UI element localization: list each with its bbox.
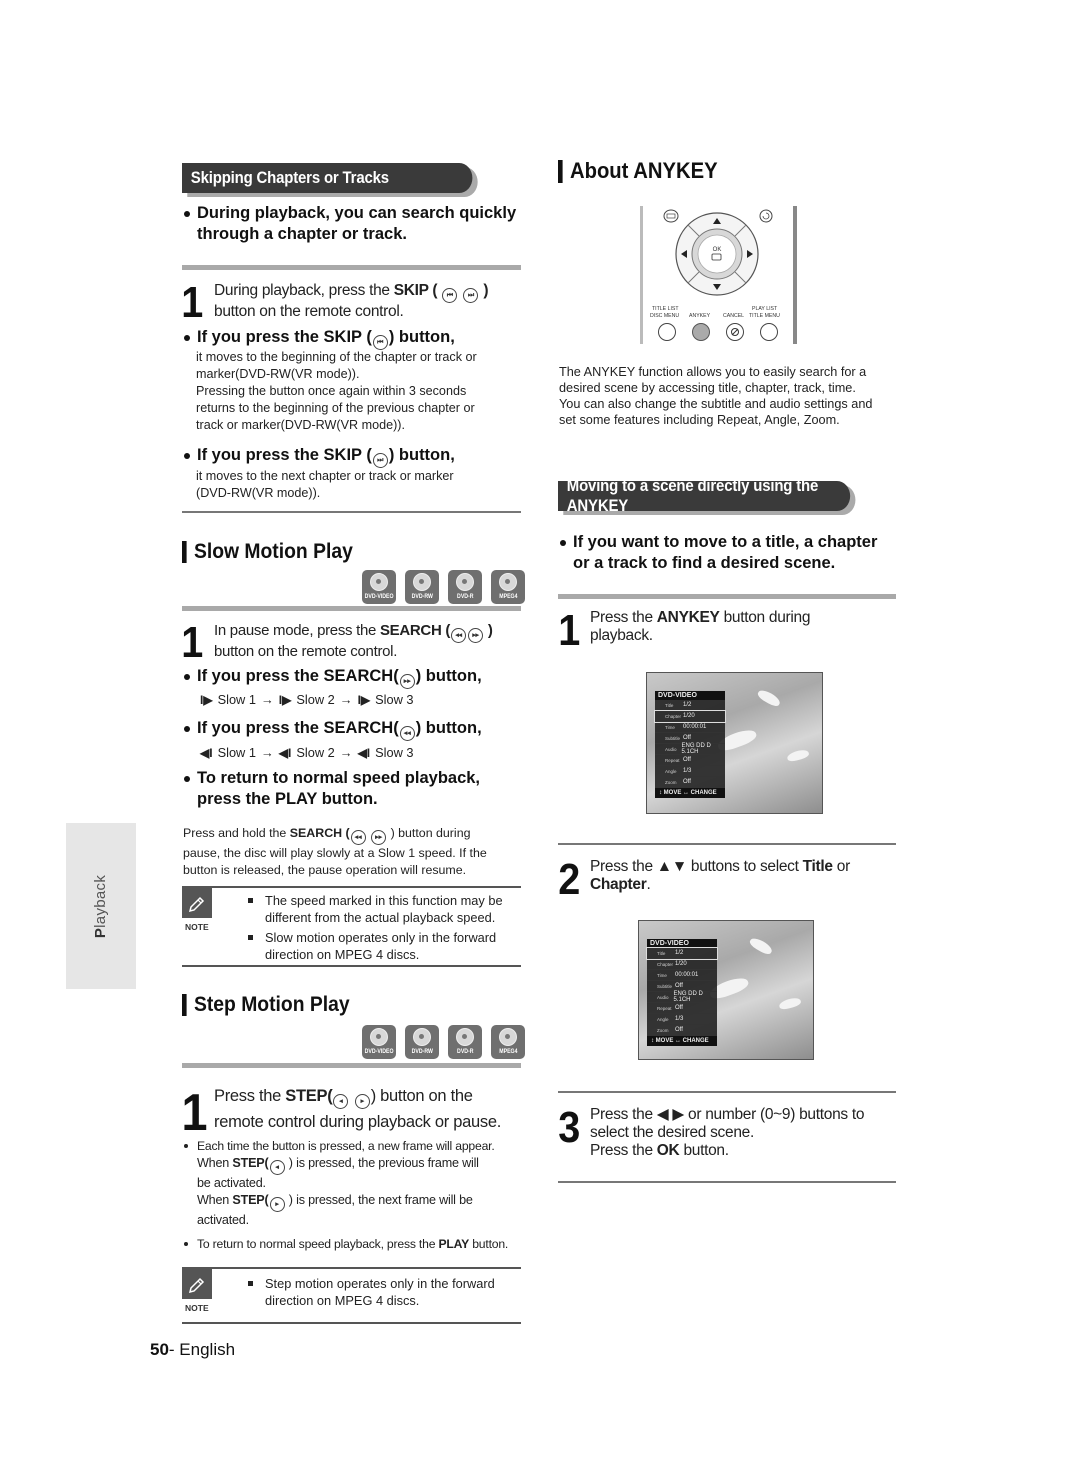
divider	[182, 265, 521, 270]
arrow-right-icon: →	[339, 692, 353, 707]
skip-back-bullet: If you press the SKIP (⏮) button,	[182, 327, 542, 350]
mpeg4-disc-icon: MPEG4	[491, 1025, 525, 1059]
dvd-rw-disc-icon: DVD-RW	[405, 570, 439, 604]
anykey-step-1: Press the ANYKEY button during playback.	[590, 609, 811, 644]
disc-type-icons: DVD-VIDEO DVD-RW DVD-R MPEG4	[362, 1025, 525, 1059]
svg-text:DISC MENU: DISC MENU	[650, 313, 679, 319]
slow-motion-title: Slow Motion Play	[182, 540, 353, 564]
dvd-rw-disc-icon: DVD-RW	[405, 1025, 439, 1059]
search-back-bullet: If you press the SEARCH(◂◂) button,	[182, 718, 542, 741]
slow-reverse-sequence: ◀I Slow 1 → ◀I Slow 2 → ◀I Slow 3	[200, 745, 414, 760]
anykey-section-header: Moving to a scene directly using the ANY…	[558, 476, 890, 515]
step-number: 1	[181, 1084, 208, 1142]
return-normal-bullet: To return to normal speed playback, pres…	[182, 768, 542, 810]
divider	[182, 511, 521, 513]
search-forward-bullet: If you press the SEARCH(▸▸) button,	[182, 666, 542, 689]
step-motion-title: Step Motion Play	[182, 993, 350, 1017]
note-top-rule	[182, 1267, 521, 1269]
search-forward-icon: ▸▸	[468, 628, 484, 643]
step-frame-bullet: Each time the button is pressed, a new f…	[182, 1138, 542, 1229]
step-number: 3	[558, 1103, 581, 1152]
note-label: NOTE	[185, 922, 209, 932]
disc-type-icons: DVD-VIDEO DVD-RW DVD-R MPEG4	[362, 570, 525, 604]
step-number: 1	[181, 278, 204, 327]
divider	[558, 1091, 896, 1093]
search-back-icon: ◂◂	[399, 726, 415, 741]
note-item: The speed marked in this function may be…	[245, 892, 545, 926]
skip-step-1: During playback, press the SKIP ( ⏮ ⏭ ) …	[214, 282, 489, 320]
step-number: 1	[181, 618, 204, 667]
note-bottom-rule	[182, 965, 521, 967]
search-forward-icon: ▸▸	[371, 830, 387, 845]
osd-menu: DVD-VIDEO Title 1/2 Chapter 1/20 Time 00:00…	[646, 939, 718, 1046]
skip-section-header: Skipping Chapters or Tracks	[182, 163, 473, 193]
step-forward-icon: ▸	[354, 1094, 370, 1109]
skip-back-description: it moves to the beginning of the chapter…	[196, 350, 477, 432]
dvd-video-disc-icon: DVD-VIDEO	[362, 1025, 396, 1059]
note-label: NOTE	[185, 1303, 209, 1313]
slow-reverse-icon: ◀I	[278, 745, 292, 760]
slow-forward-icon: I▶	[357, 692, 371, 707]
slow-step-1: In pause mode, press the SEARCH (◂◂ ▸▸ ) …	[214, 622, 493, 660]
step-back-icon: ◂	[269, 1160, 285, 1175]
note-bottom-rule	[182, 1322, 521, 1324]
svg-text:PLAY LIST: PLAY LIST	[752, 306, 778, 312]
dvd-video-disc-icon: DVD-VIDEO	[362, 570, 396, 604]
step-forward-icon: ▸	[269, 1197, 285, 1212]
anykey-step-2: Press the ▲▼ buttons to select Title or …	[590, 858, 850, 893]
press-hold-description: Press and hold the SEARCH (◂◂ ▸▸ ) butto…	[183, 826, 487, 877]
step-back-icon: ◂	[333, 1094, 349, 1109]
step-return-bullet: To return to normal speed playback, pres…	[182, 1236, 542, 1253]
divider	[182, 1063, 521, 1068]
search-back-icon: ◂◂	[350, 830, 366, 845]
skip-forward-icon: ⏭	[463, 288, 479, 303]
skip-back-icon: ⏮	[372, 335, 388, 350]
skip-forward-bullet: If you press the SKIP (⏭) button,	[182, 445, 542, 468]
slow-forward-icon: I▶	[278, 692, 292, 707]
search-back-icon: ◂◂	[451, 628, 467, 643]
skip-forward-description: it moves to the next chapter or track or…	[196, 469, 454, 500]
note-pencil-icon	[182, 888, 212, 918]
about-anykey-title: About ANYKEY	[558, 158, 718, 184]
arrow-right-icon: →	[260, 692, 274, 707]
osd-screenshot-2: DVD-VIDEO Title 1/2 Chapter 1/20 Time 00:00…	[638, 920, 814, 1060]
step-number: 1	[558, 606, 581, 655]
anykey-bullet: If you want to move to a title, a chapte…	[558, 532, 918, 574]
slow-reverse-icon: ◀I	[200, 745, 213, 760]
step-number: 2	[558, 855, 581, 904]
slow-forward-sequence: I▶ Slow 1 → I▶ Slow 2 → I▶ Slow 3	[200, 692, 414, 707]
note-item: Slow motion operates only in the forward…	[245, 929, 545, 963]
slow-reverse-icon: ◀I	[357, 745, 371, 760]
skip-intro-bullet: During playback, you can search quickly …	[182, 203, 542, 245]
slow-forward-icon: I▶	[200, 692, 213, 707]
remote-control-illustration: OK TITLE LIST PLAY LIST DISC MENU ANYKEY…	[640, 206, 798, 346]
osd-menu: DVD-VIDEO Title 1/2 Chapter 1/20 Time 00:00…	[654, 691, 726, 798]
divider	[558, 1181, 896, 1183]
dvd-r-disc-icon: DVD-R	[448, 1025, 482, 1059]
note-pencil-icon	[182, 1269, 212, 1299]
divider	[558, 594, 896, 599]
divider	[558, 843, 896, 845]
mpeg4-disc-icon: MPEG4	[491, 570, 525, 604]
step-step-1: Press the STEP(◂ ▸) button on the remote…	[214, 1087, 501, 1131]
dvd-r-disc-icon: DVD-R	[448, 570, 482, 604]
anykey-intro: The ANYKEY function allows you to easily…	[559, 365, 873, 427]
side-tab-label: Playback	[92, 874, 110, 938]
arrow-right-icon: →	[339, 745, 353, 760]
svg-text:TITLE MENU: TITLE MENU	[749, 313, 780, 319]
skip-back-icon: ⏮	[442, 288, 458, 303]
svg-text:CANCEL: CANCEL	[723, 313, 744, 319]
search-forward-icon: ▸▸	[399, 674, 415, 689]
osd-screenshot-1: DVD-VIDEO Title 1/2 Chapter 1/20 Time 00:00…	[646, 672, 823, 814]
svg-text:OK: OK	[713, 247, 722, 253]
anykey-step-3: Press the ◀ ▶ or number (0~9) buttons to…	[590, 1106, 865, 1159]
svg-text:ANYKEY: ANYKEY	[689, 313, 711, 319]
arrow-right-icon: →	[260, 745, 274, 760]
page-number: 50- English	[150, 1340, 236, 1359]
note-top-rule	[182, 886, 521, 888]
divider	[182, 606, 521, 611]
skip-forward-icon: ⏭	[372, 453, 388, 468]
note-item: Step motion operates only in the forward…	[245, 1275, 545, 1309]
svg-text:TITLE LIST: TITLE LIST	[652, 306, 679, 312]
